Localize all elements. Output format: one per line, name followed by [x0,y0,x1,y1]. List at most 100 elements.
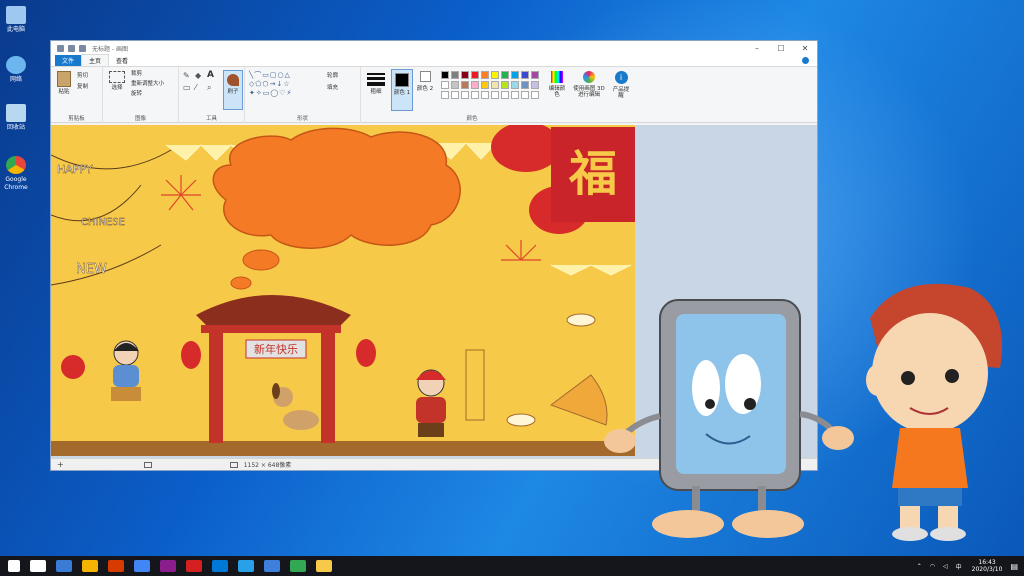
chevron-up-icon[interactable]: ⌃ [917,563,922,570]
magnifier-icon[interactable]: ⌕ [207,84,211,92]
help-icon[interactable] [802,57,809,64]
custom-color-slot[interactable] [531,91,539,99]
taskbar-app-icon[interactable] [82,560,98,572]
eraser-icon[interactable]: ▭ [183,84,191,92]
taskbar-app-icon[interactable] [30,560,46,572]
colors-group-label: 颜色 [466,116,478,122]
custom-color-slot[interactable] [501,91,509,99]
tab-view[interactable]: 查看 [109,55,135,66]
palette-color-swatch[interactable] [471,71,479,79]
close-button[interactable]: ✕ [793,44,817,53]
palette-color-swatch[interactable] [481,71,489,79]
fill-icon[interactable]: ◆ [195,72,201,80]
select-button[interactable]: 选择 [107,71,127,91]
palette-color-swatch[interactable] [481,81,489,89]
palette-color-swatch[interactable] [491,81,499,89]
text-icon[interactable]: A [207,71,214,80]
maximize-button[interactable]: ☐ [769,44,793,53]
chinese-lettering: CHINESE [81,217,125,228]
clock[interactable]: 16:43 2020/3/10 [972,559,1003,573]
palette-color-swatch[interactable] [511,71,519,79]
custom-color-slot[interactable] [521,91,529,99]
taskbar-app-icon[interactable] [186,560,202,572]
color1-button[interactable]: 颜色 1 [391,69,413,111]
desktop-icon-this-pc[interactable]: 此电脑 [2,6,30,34]
start-icon[interactable] [8,560,20,572]
custom-color-slot[interactable] [471,91,479,99]
cartoon-boy [866,283,1002,541]
desktop-icon-chrome[interactable]: Google Chrome [2,156,30,192]
color-picker-icon[interactable]: ⁄ [195,84,196,92]
palette-color-swatch[interactable] [451,71,459,79]
size-button[interactable]: 粗细 [367,71,385,95]
custom-color-slot[interactable] [441,91,449,99]
paste-button[interactable]: 粘贴 [55,71,73,95]
palette-color-swatch[interactable] [501,71,509,79]
palette-color-swatch[interactable] [451,81,459,89]
color1-label: 颜色 1 [393,90,411,96]
custom-color-slot[interactable] [451,91,459,99]
palette-color-swatch[interactable] [441,71,449,79]
palette-color-swatch[interactable] [471,81,479,89]
clipboard-icon [57,71,71,87]
taskbar-app-icon[interactable] [134,560,150,572]
taskbar-app-icon[interactable] [264,560,280,572]
colors-group: 粗细 颜色 1 颜色 2 编辑颜色 颜色 [361,67,583,123]
brush-button[interactable]: 刷子 [223,70,243,110]
tab-home[interactable]: 主页 [81,54,110,66]
redo-icon[interactable] [79,44,86,52]
network-icon [6,56,26,74]
recycle-bin-icon [6,104,26,122]
fill-button[interactable]: 填充 [327,85,338,91]
drawing-canvas[interactable]: 福 HAPPY CHINESE NEW 新年快乐 [51,125,635,456]
outline-button[interactable]: 轮廓 [327,73,338,79]
palette-color-swatch[interactable] [461,71,469,79]
palette-color-swatch[interactable] [441,81,449,89]
minimize-button[interactable]: – [745,44,769,53]
happy-lettering: HAPPY [57,163,93,176]
notification-icon[interactable]: ▤ [1010,562,1018,571]
palette-color-swatch[interactable] [501,81,509,89]
copy-button[interactable]: 复制 [77,84,88,90]
pencil-icon[interactable]: ✎ [183,72,190,80]
palette-color-swatch[interactable] [521,71,529,79]
tablet-mascot [604,299,854,538]
palette-color-swatch[interactable] [511,81,519,89]
shapes-gallery[interactable]: ╲⌒▭▢○△ ◇⬠⬡→↓☆ ✦✧▭◯♡⚡ [249,71,323,98]
palette-color-swatch[interactable] [491,71,499,79]
desktop-icon-recycle-bin[interactable]: 回收站 [2,104,30,132]
cut-button[interactable]: 剪切 [77,73,88,79]
rotate-button[interactable]: 旋转 [131,91,142,97]
shapes-group: ╲⌒▭▢○△ ◇⬠⬡→↓☆ ✦✧▭◯♡⚡ 轮廓 填充 形状 [245,67,361,123]
desktop-icon-network[interactable]: 网络 [2,56,30,84]
taskbar-apps [25,560,337,572]
ime-indicator[interactable]: 中 [956,562,962,571]
tab-file[interactable]: 文件 [55,55,82,66]
custom-color-slot[interactable] [511,91,519,99]
paint3d-button[interactable]: 使用画图 3D 进行编辑 [571,71,607,98]
taskbar-app-icon[interactable] [212,560,228,572]
crop-button[interactable]: 裁剪 [131,71,142,77]
palette-color-swatch[interactable] [461,81,469,89]
save-icon[interactable] [57,44,64,52]
taskbar-app-icon[interactable] [316,560,332,572]
custom-color-slot[interactable] [491,91,499,99]
network-tray-icon[interactable]: ◠ [930,563,935,570]
add-icon: + [57,460,64,469]
resize-button[interactable]: 重新调整大小 [131,81,164,87]
taskbar-app-icon[interactable] [160,560,176,572]
undo-icon[interactable] [68,44,75,52]
edit-colors-button[interactable]: 编辑颜色 [547,71,567,98]
taskbar-app-icon[interactable] [56,560,72,572]
color2-button[interactable]: 颜色 2 [416,71,434,92]
product-alert-button[interactable]: i 产品提醒 [611,71,631,99]
palette-color-swatch[interactable] [531,71,539,79]
taskbar-app-icon[interactable] [108,560,124,572]
volume-icon[interactable]: ◁ [943,563,948,570]
palette-color-swatch[interactable] [521,81,529,89]
taskbar-app-icon[interactable] [238,560,254,572]
custom-color-slot[interactable] [481,91,489,99]
custom-color-slot[interactable] [461,91,469,99]
palette-color-swatch[interactable] [531,81,539,89]
taskbar-app-icon[interactable] [290,560,306,572]
